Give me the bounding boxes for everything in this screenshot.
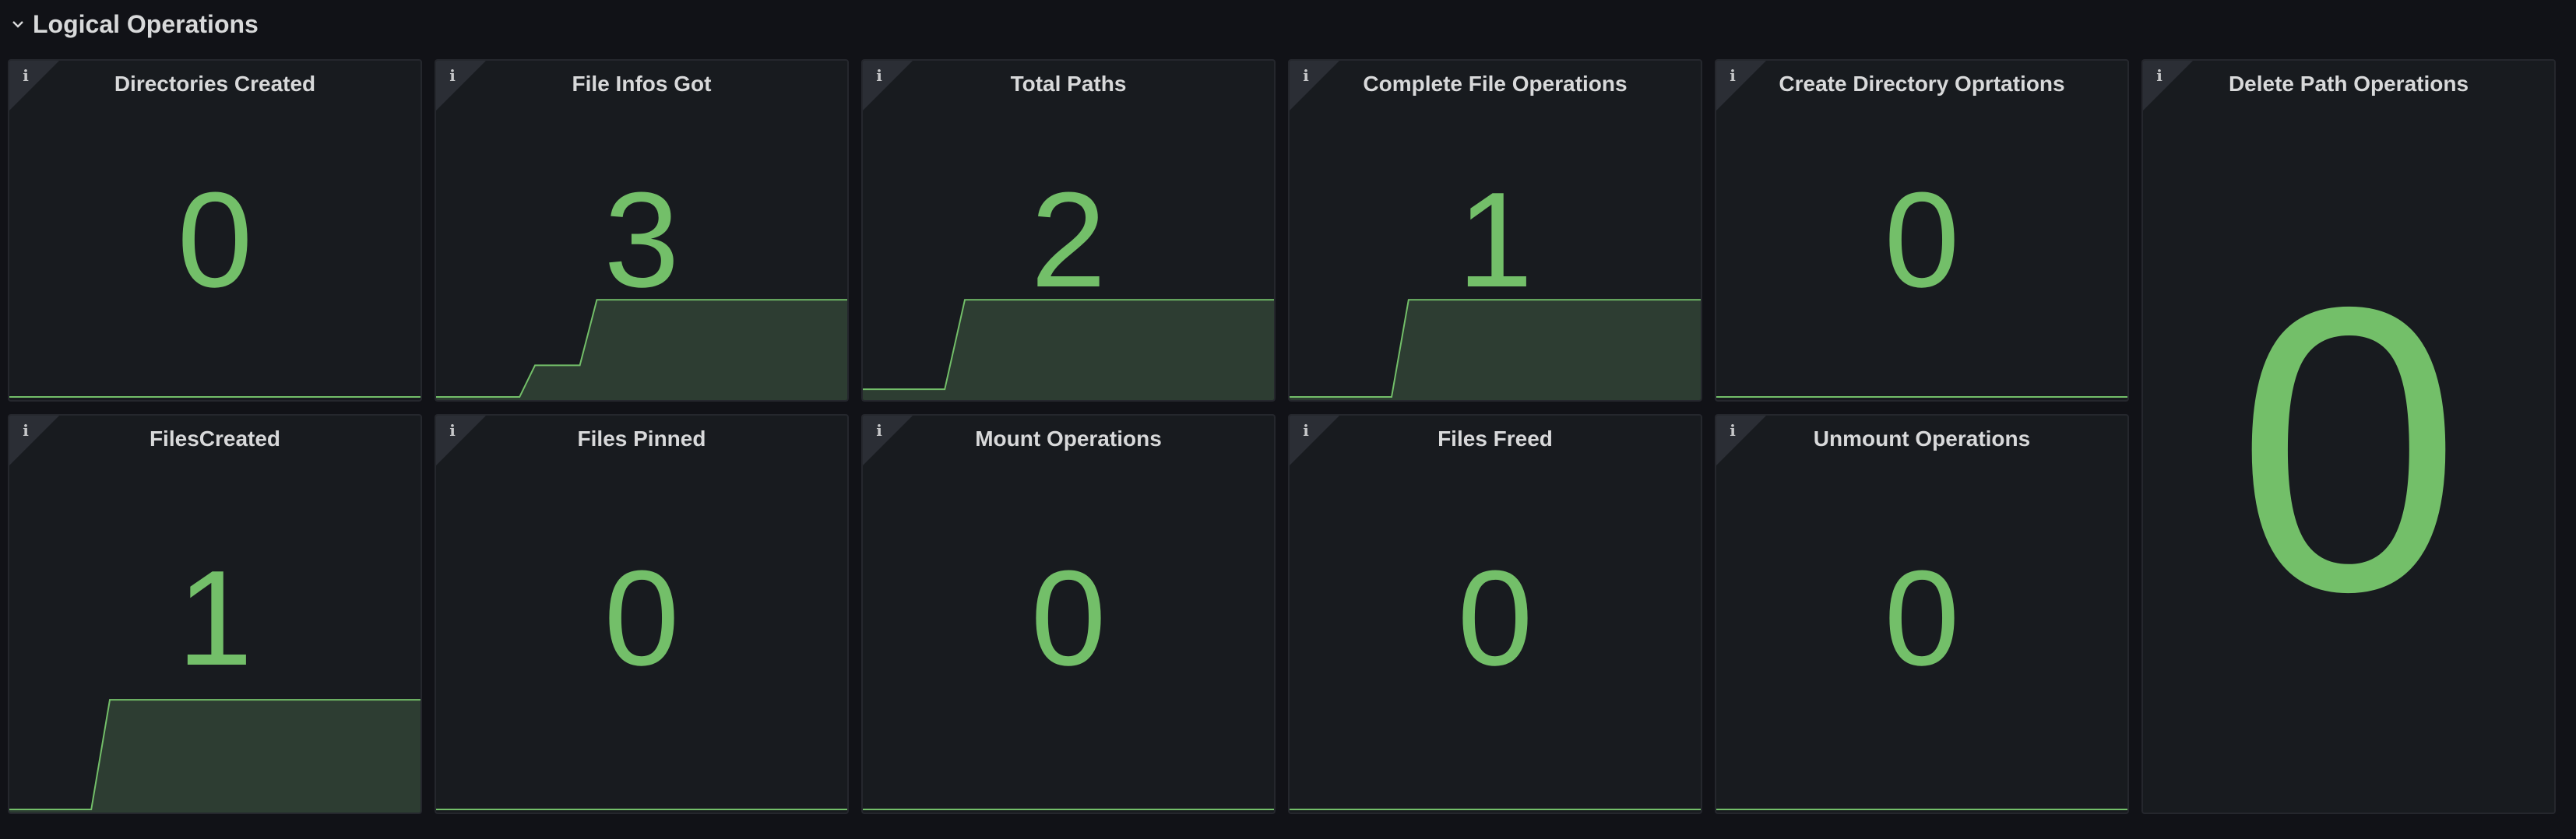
stat-value: 0 — [1884, 163, 1960, 315]
panel-files-created[interactable]: i FilesCreated 1 — [8, 414, 422, 814]
stat-value: 0 — [177, 163, 253, 315]
panel-files-freed[interactable]: i Files Freed 0 — [1288, 414, 1702, 814]
row-title: Logical Operations — [33, 9, 259, 38]
panel-unmount-operations[interactable]: i Unmount Operations 0 — [1715, 414, 2129, 814]
panel-create-directory-oprtations[interactable]: i Create Directory Oprtations 0 — [1715, 59, 2129, 402]
stat-value: 0 — [1457, 542, 1533, 693]
stat-value: 0 — [1884, 542, 1960, 693]
panel-complete-file-operations[interactable]: i Complete File Operations 1 — [1288, 59, 1702, 402]
stat-value: 1 — [1457, 163, 1533, 315]
panel-file-infos-got[interactable]: i File Infos Got 3 — [435, 59, 849, 402]
panel-directories-created[interactable]: i Directories Created 0 — [8, 59, 422, 402]
panel-files-pinned[interactable]: i Files Pinned 0 — [435, 414, 849, 814]
row-header-logical-operations[interactable]: Logical Operations — [9, 6, 259, 42]
panel-mount-operations[interactable]: i Mount Operations 0 — [861, 414, 1276, 814]
stat-value: 3 — [604, 163, 680, 315]
panel-total-paths[interactable]: i Total Paths 2 — [861, 59, 1276, 402]
chevron-down-icon — [12, 21, 23, 28]
panel-title: Delete Path Operations — [2228, 72, 2469, 96]
info-icon[interactable]: i — [2151, 65, 2168, 86]
stat-value: 0 — [2236, 223, 2462, 676]
stat-value: 1 — [177, 542, 253, 693]
stat-value: 2 — [1030, 163, 1107, 315]
panel-delete-path-operations[interactable]: i Delete Path Operations 0 — [2141, 59, 2556, 814]
stat-value: 0 — [604, 542, 680, 693]
stat-value: 0 — [1030, 542, 1107, 693]
